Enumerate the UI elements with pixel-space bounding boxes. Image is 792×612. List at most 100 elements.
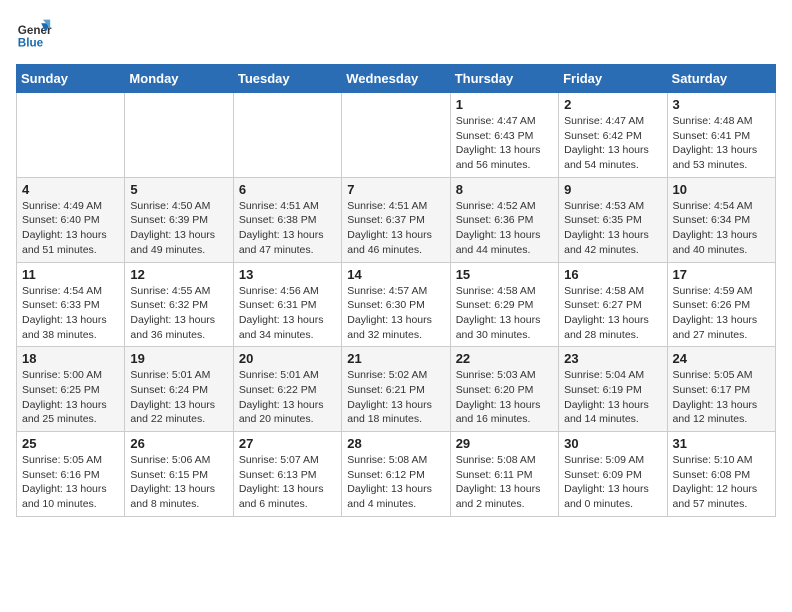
calendar-cell: 25Sunrise: 5:05 AM Sunset: 6:16 PM Dayli… xyxy=(17,432,125,517)
calendar-cell: 23 Sunrise: 5:04 AM Sunset: 6:19 PM Dayli… xyxy=(559,347,667,432)
day-number: 7 xyxy=(347,182,444,197)
calendar-cell: 22 Sunrise: 5:03 AM Sunset: 6:20 PM Dayli… xyxy=(450,347,558,432)
day-number: 5 xyxy=(130,182,227,197)
day-info: Sunrise: 5:08 AM Sunset: 6:12 PM Dayligh… xyxy=(347,453,444,512)
week-row-3: 11Sunrise: 4:54 AM Sunset: 6:33 PM Dayli… xyxy=(17,262,776,347)
calendar-cell: 31 Sunrise: 5:10 AM Sunset: 6:08 PM Dayli… xyxy=(667,432,775,517)
calendar-cell: 16 Sunrise: 4:58 AM Sunset: 6:27 PM Dayli… xyxy=(559,262,667,347)
day-info: Sunrise: 5:09 AM Sunset: 6:09 PM Dayligh… xyxy=(564,453,661,512)
calendar-cell: 4 Sunrise: 4:49 AM Sunset: 6:40 PM Daylig… xyxy=(17,177,125,262)
day-info: Sunrise: 4:58 AM Sunset: 6:27 PM Dayligh… xyxy=(564,284,661,343)
day-number: 24 xyxy=(673,351,770,366)
day-info: Sunrise: 4:48 AM Sunset: 6:41 PM Dayligh… xyxy=(673,114,770,173)
day-info: Sunrise: 4:53 AM Sunset: 6:35 PM Dayligh… xyxy=(564,199,661,258)
calendar-cell: 7 Sunrise: 4:51 AM Sunset: 6:37 PM Daylig… xyxy=(342,177,450,262)
calendar-cell: 10 Sunrise: 4:54 AM Sunset: 6:34 PM Dayli… xyxy=(667,177,775,262)
day-info: Sunrise: 4:47 AM Sunset: 6:43 PM Dayligh… xyxy=(456,114,553,173)
day-info: Sunrise: 4:51 AM Sunset: 6:38 PM Dayligh… xyxy=(239,199,336,258)
calendar-table: SundayMondayTuesdayWednesdayThursdayFrid… xyxy=(16,64,776,517)
day-info: Sunrise: 5:01 AM Sunset: 6:22 PM Dayligh… xyxy=(239,368,336,427)
day-number: 23 xyxy=(564,351,661,366)
weekday-tuesday: Tuesday xyxy=(233,65,341,93)
calendar-cell xyxy=(233,93,341,178)
day-number: 3 xyxy=(673,97,770,112)
day-number: 21 xyxy=(347,351,444,366)
calendar-cell: 11Sunrise: 4:54 AM Sunset: 6:33 PM Dayli… xyxy=(17,262,125,347)
weekday-wednesday: Wednesday xyxy=(342,65,450,93)
weekday-thursday: Thursday xyxy=(450,65,558,93)
calendar-cell: 8 Sunrise: 4:52 AM Sunset: 6:36 PM Daylig… xyxy=(450,177,558,262)
calendar-cell: 20 Sunrise: 5:01 AM Sunset: 6:22 PM Dayli… xyxy=(233,347,341,432)
day-number: 20 xyxy=(239,351,336,366)
day-number: 15 xyxy=(456,267,553,282)
day-info: Sunrise: 5:02 AM Sunset: 6:21 PM Dayligh… xyxy=(347,368,444,427)
day-info: Sunrise: 4:54 AM Sunset: 6:34 PM Dayligh… xyxy=(673,199,770,258)
calendar-cell: 19 Sunrise: 5:01 AM Sunset: 6:24 PM Dayli… xyxy=(125,347,233,432)
calendar-cell: 6 Sunrise: 4:51 AM Sunset: 6:38 PM Daylig… xyxy=(233,177,341,262)
week-row-5: 25Sunrise: 5:05 AM Sunset: 6:16 PM Dayli… xyxy=(17,432,776,517)
weekday-monday: Monday xyxy=(125,65,233,93)
calendar-cell: 13Sunrise: 4:56 AM Sunset: 6:31 PM Dayli… xyxy=(233,262,341,347)
calendar-cell: 27 Sunrise: 5:07 AM Sunset: 6:13 PM Dayli… xyxy=(233,432,341,517)
calendar-cell: 9Sunrise: 4:53 AM Sunset: 6:35 PM Daylig… xyxy=(559,177,667,262)
day-info: Sunrise: 5:07 AM Sunset: 6:13 PM Dayligh… xyxy=(239,453,336,512)
day-number: 10 xyxy=(673,182,770,197)
day-info: Sunrise: 4:59 AM Sunset: 6:26 PM Dayligh… xyxy=(673,284,770,343)
day-number: 28 xyxy=(347,436,444,451)
day-info: Sunrise: 5:05 AM Sunset: 6:17 PM Dayligh… xyxy=(673,368,770,427)
day-info: Sunrise: 5:05 AM Sunset: 6:16 PM Dayligh… xyxy=(22,453,119,512)
day-number: 2 xyxy=(564,97,661,112)
day-number: 1 xyxy=(456,97,553,112)
calendar-cell: 12 Sunrise: 4:55 AM Sunset: 6:32 PM Dayli… xyxy=(125,262,233,347)
calendar-cell: 1 Sunrise: 4:47 AM Sunset: 6:43 PM Daylig… xyxy=(450,93,558,178)
day-number: 22 xyxy=(456,351,553,366)
day-number: 13 xyxy=(239,267,336,282)
day-info: Sunrise: 4:50 AM Sunset: 6:39 PM Dayligh… xyxy=(130,199,227,258)
calendar-cell xyxy=(342,93,450,178)
calendar-cell: 30 Sunrise: 5:09 AM Sunset: 6:09 PM Dayli… xyxy=(559,432,667,517)
day-info: Sunrise: 4:52 AM Sunset: 6:36 PM Dayligh… xyxy=(456,199,553,258)
day-info: Sunrise: 4:51 AM Sunset: 6:37 PM Dayligh… xyxy=(347,199,444,258)
day-number: 16 xyxy=(564,267,661,282)
calendar-cell: 24 Sunrise: 5:05 AM Sunset: 6:17 PM Dayli… xyxy=(667,347,775,432)
day-number: 26 xyxy=(130,436,227,451)
day-info: Sunrise: 5:03 AM Sunset: 6:20 PM Dayligh… xyxy=(456,368,553,427)
calendar-cell: 3 Sunrise: 4:48 AM Sunset: 6:41 PM Daylig… xyxy=(667,93,775,178)
week-row-4: 18 Sunrise: 5:00 AM Sunset: 6:25 PM Dayli… xyxy=(17,347,776,432)
calendar-cell xyxy=(17,93,125,178)
day-info: Sunrise: 4:47 AM Sunset: 6:42 PM Dayligh… xyxy=(564,114,661,173)
day-info: Sunrise: 5:10 AM Sunset: 6:08 PM Dayligh… xyxy=(673,453,770,512)
day-number: 17 xyxy=(673,267,770,282)
day-number: 8 xyxy=(456,182,553,197)
calendar-cell: 28 Sunrise: 5:08 AM Sunset: 6:12 PM Dayli… xyxy=(342,432,450,517)
calendar-cell: 14Sunrise: 4:57 AM Sunset: 6:30 PM Dayli… xyxy=(342,262,450,347)
day-number: 30 xyxy=(564,436,661,451)
day-info: Sunrise: 5:06 AM Sunset: 6:15 PM Dayligh… xyxy=(130,453,227,512)
day-info: Sunrise: 5:00 AM Sunset: 6:25 PM Dayligh… xyxy=(22,368,119,427)
logo: General Blue xyxy=(16,16,56,52)
calendar-cell: 18 Sunrise: 5:00 AM Sunset: 6:25 PM Dayli… xyxy=(17,347,125,432)
day-info: Sunrise: 4:55 AM Sunset: 6:32 PM Dayligh… xyxy=(130,284,227,343)
day-number: 27 xyxy=(239,436,336,451)
day-info: Sunrise: 5:01 AM Sunset: 6:24 PM Dayligh… xyxy=(130,368,227,427)
day-info: Sunrise: 4:49 AM Sunset: 6:40 PM Dayligh… xyxy=(22,199,119,258)
day-info: Sunrise: 4:58 AM Sunset: 6:29 PM Dayligh… xyxy=(456,284,553,343)
weekday-friday: Friday xyxy=(559,65,667,93)
weekday-sunday: Sunday xyxy=(17,65,125,93)
calendar-cell: 17 Sunrise: 4:59 AM Sunset: 6:26 PM Dayli… xyxy=(667,262,775,347)
weekday-header-row: SundayMondayTuesdayWednesdayThursdayFrid… xyxy=(17,65,776,93)
calendar-cell xyxy=(125,93,233,178)
day-number: 11 xyxy=(22,267,119,282)
day-number: 19 xyxy=(130,351,227,366)
day-number: 14 xyxy=(347,267,444,282)
calendar-cell: 29Sunrise: 5:08 AM Sunset: 6:11 PM Dayli… xyxy=(450,432,558,517)
calendar-cell: 5 Sunrise: 4:50 AM Sunset: 6:39 PM Daylig… xyxy=(125,177,233,262)
day-number: 12 xyxy=(130,267,227,282)
week-row-1: 1 Sunrise: 4:47 AM Sunset: 6:43 PM Daylig… xyxy=(17,93,776,178)
day-info: Sunrise: 5:04 AM Sunset: 6:19 PM Dayligh… xyxy=(564,368,661,427)
day-number: 31 xyxy=(673,436,770,451)
svg-text:Blue: Blue xyxy=(18,37,44,50)
day-number: 4 xyxy=(22,182,119,197)
day-number: 6 xyxy=(239,182,336,197)
day-number: 18 xyxy=(22,351,119,366)
